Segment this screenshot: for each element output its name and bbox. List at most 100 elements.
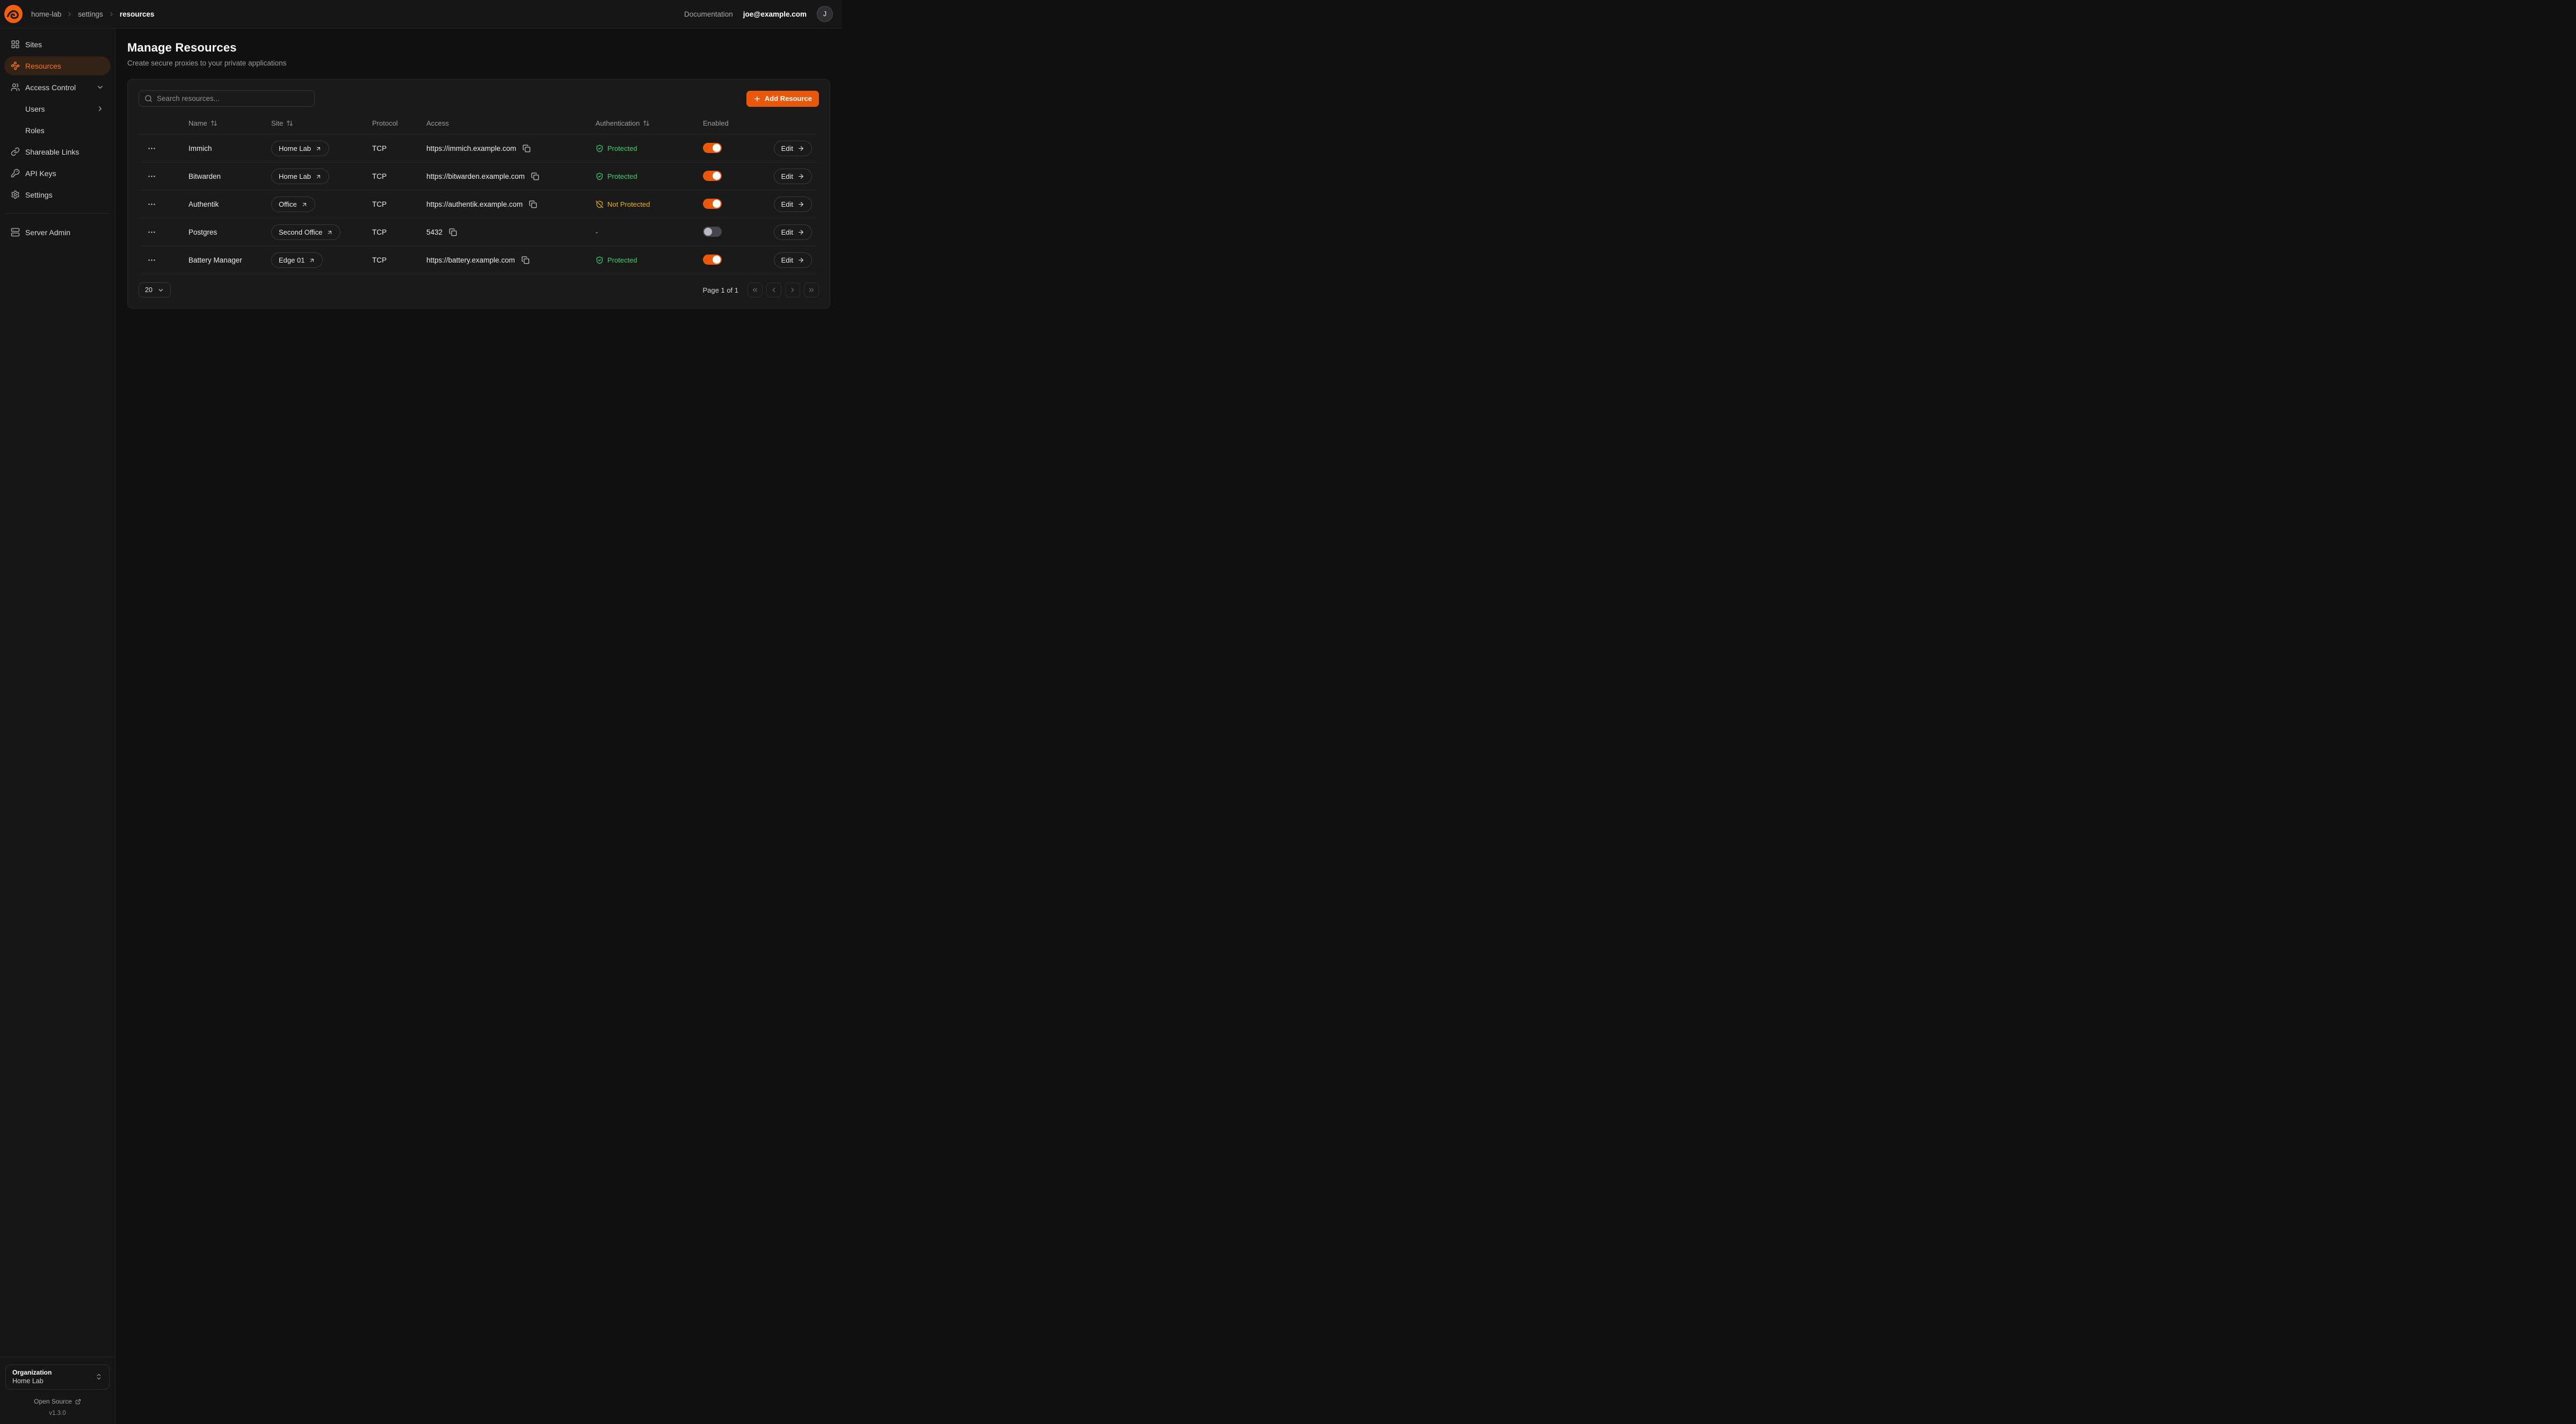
sidebar-item-shareable-links[interactable]: Shareable Links	[4, 142, 111, 161]
first-page-button[interactable]	[748, 282, 763, 297]
sidebar-item-label: Access Control	[25, 83, 76, 92]
plus-icon	[753, 95, 761, 103]
edit-button[interactable]: Edit	[774, 197, 812, 212]
last-page-button[interactable]	[804, 282, 819, 297]
resource-access-url: https://battery.example.com	[426, 256, 515, 264]
site-link-button[interactable]: Home Lab	[271, 141, 329, 156]
enabled-toggle[interactable]	[703, 199, 722, 209]
auth-status: Protected	[596, 172, 703, 180]
edit-button[interactable]: Edit	[774, 141, 812, 156]
table-row: Authentik Office TCP https://authentik.e…	[139, 191, 819, 219]
search-box	[139, 90, 315, 107]
breadcrumb-home-lab[interactable]: home-lab	[31, 10, 61, 18]
resource-name: Battery Manager	[188, 256, 271, 264]
sidebar-item-label: Shareable Links	[25, 148, 79, 156]
copy-icon[interactable]	[520, 255, 531, 265]
enabled-toggle[interactable]	[703, 227, 722, 237]
resource-protocol: TCP	[372, 172, 426, 180]
external-link-icon	[75, 1399, 81, 1405]
copy-icon[interactable]	[448, 227, 458, 237]
avatar-initial: J	[823, 10, 826, 18]
search-input[interactable]	[157, 95, 309, 103]
copy-icon[interactable]	[530, 171, 540, 181]
column-header-authentication[interactable]: Authentication	[596, 119, 703, 127]
arrow-up-right-icon	[315, 146, 322, 152]
sidebar-item-label: Resources	[25, 62, 61, 70]
site-link-button[interactable]: Office	[271, 197, 315, 212]
sidebar-item-roles[interactable]: Roles	[4, 121, 111, 140]
prev-page-button[interactable]	[766, 282, 781, 297]
sidebar-item-label: Users	[25, 105, 45, 113]
next-page-button[interactable]	[785, 282, 800, 297]
enabled-toggle[interactable]	[703, 255, 722, 265]
sidebar-item-label: Settings	[25, 191, 53, 199]
app-logo[interactable]	[4, 5, 23, 23]
column-header-enabled: Enabled	[703, 119, 767, 127]
sidebar-item-users[interactable]: Users	[4, 99, 111, 118]
avatar[interactable]: J	[817, 6, 833, 22]
row-actions-button[interactable]	[145, 142, 158, 155]
user-email[interactable]: joe@example.com	[743, 10, 807, 18]
breadcrumb: home-lab settings resources	[31, 10, 154, 18]
column-header-site[interactable]: Site	[271, 119, 372, 127]
sidebar-item-server-admin[interactable]: Server Admin	[4, 223, 111, 242]
arrow-up-right-icon	[326, 229, 333, 236]
resource-protocol: TCP	[372, 256, 426, 264]
enabled-toggle[interactable]	[703, 171, 722, 181]
sidebar-nav: Sites Resources Access Control Users Rol…	[4, 35, 111, 242]
chevron-right-icon	[66, 11, 73, 18]
waypoints-icon	[11, 61, 20, 70]
row-actions-button[interactable]	[145, 198, 158, 211]
page-title: Manage Resources	[127, 41, 830, 55]
edit-button[interactable]: Edit	[774, 252, 812, 268]
column-header-name[interactable]: Name	[188, 119, 271, 127]
documentation-link[interactable]: Documentation	[684, 10, 733, 18]
resource-protocol: TCP	[372, 144, 426, 152]
resource-name: Immich	[188, 144, 271, 152]
copy-icon[interactable]	[521, 143, 532, 154]
link-icon	[11, 147, 20, 156]
ellipsis-icon	[147, 256, 156, 265]
ellipsis-icon	[147, 144, 156, 153]
row-actions-button[interactable]	[145, 226, 158, 239]
sidebar-item-access-control[interactable]: Access Control	[4, 78, 111, 97]
site-link-button[interactable]: Second Office	[271, 224, 340, 240]
page-subtitle: Create secure proxies to your private ap…	[127, 59, 830, 67]
sort-icon	[211, 120, 217, 127]
row-actions-button[interactable]	[145, 253, 158, 267]
arrow-right-icon	[797, 201, 804, 208]
sidebar-item-label: Roles	[25, 126, 45, 135]
arrow-right-icon	[797, 229, 804, 236]
column-header-protocol: Protocol	[372, 119, 426, 127]
auth-status: Protected	[596, 144, 703, 152]
arrow-up-right-icon	[301, 201, 308, 208]
row-actions-button[interactable]	[145, 170, 158, 183]
breadcrumb-settings[interactable]: settings	[78, 10, 103, 18]
add-resource-button[interactable]: Add Resource	[746, 91, 819, 107]
site-link-button[interactable]: Edge 01	[271, 252, 323, 268]
sidebar-item-sites[interactable]: Sites	[4, 35, 111, 54]
chevron-right-icon	[96, 105, 104, 113]
enabled-toggle[interactable]	[703, 143, 722, 153]
sidebar-item-settings[interactable]: Settings	[4, 185, 111, 204]
edit-button[interactable]: Edit	[774, 224, 812, 240]
ellipsis-icon	[147, 228, 156, 237]
organization-name: Home Lab	[12, 1377, 52, 1385]
sidebar-item-resources[interactable]: Resources	[4, 56, 111, 75]
sort-icon	[286, 120, 293, 127]
sidebar-divider	[6, 213, 109, 214]
edit-button[interactable]: Edit	[774, 169, 812, 184]
organization-selector[interactable]: Organization Home Lab	[5, 1364, 110, 1390]
server-icon	[11, 228, 20, 237]
organization-label: Organization	[12, 1369, 52, 1376]
sidebar-item-label: API Keys	[25, 169, 56, 178]
pagination: Page 1 of 1	[703, 282, 819, 297]
page-info: Page 1 of 1	[703, 286, 739, 294]
sidebar-item-api-keys[interactable]: API Keys	[4, 164, 111, 183]
site-link-button[interactable]: Home Lab	[271, 169, 329, 184]
resource-access-url: https://bitwarden.example.com	[426, 172, 525, 180]
open-source-link[interactable]: Open Source	[5, 1398, 110, 1405]
table-header: Name Site Protocol Access Authentication…	[139, 112, 819, 135]
page-size-select[interactable]: 20	[139, 282, 171, 297]
copy-icon[interactable]	[528, 199, 538, 209]
